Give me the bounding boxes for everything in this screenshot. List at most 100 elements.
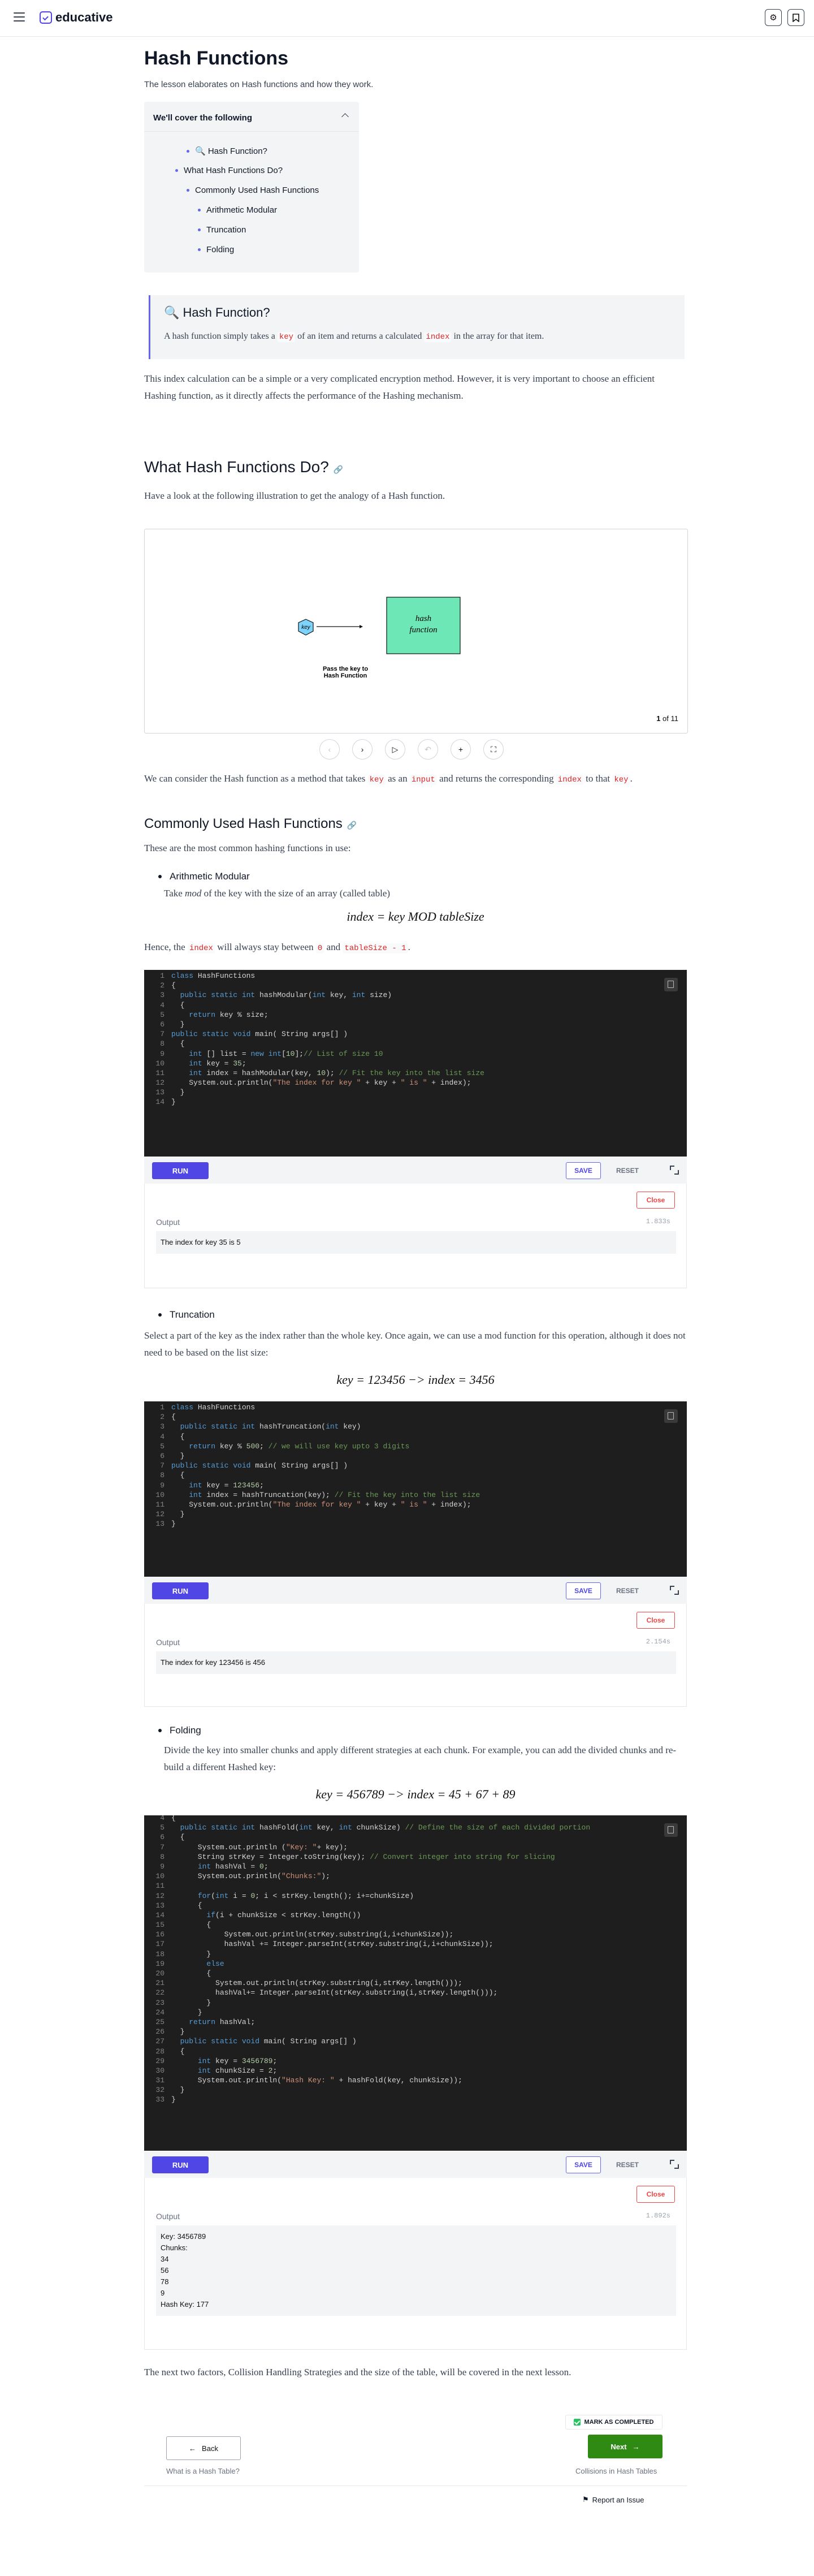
link-anchor-icon[interactable]: 🔗 <box>347 821 357 830</box>
logo[interactable]: educative <box>40 10 113 25</box>
expand-icon[interactable] <box>670 2160 679 2169</box>
report-issue-link[interactable]: ⚑ Report an Issue <box>582 2495 644 2504</box>
play-button[interactable]: ▷ <box>385 739 405 760</box>
reset-button[interactable]: RESET <box>607 1582 648 1599</box>
chevron-up-icon[interactable] <box>341 113 349 120</box>
arrow-left-icon: ← <box>189 2444 197 2453</box>
inline-code: index <box>424 332 452 342</box>
save-button[interactable]: SAVE <box>566 1582 601 1599</box>
output-label: Output <box>156 1218 180 1227</box>
bullet-dot <box>198 248 201 251</box>
copy-code-icon[interactable] <box>664 978 678 991</box>
copy-code-icon[interactable] <box>664 1409 678 1423</box>
toc-item-folding[interactable]: Folding <box>198 245 234 254</box>
bookmark-button[interactable] <box>787 9 804 26</box>
output-panel: Close Output 1.892s Key: 3456789 Chunks:… <box>144 2178 687 2350</box>
toc-item-commonly-used[interactable]: Commonly Used Hash Functions <box>187 185 319 195</box>
save-button[interactable]: SAVE <box>566 2156 601 2173</box>
code-editor[interactable]: 4{ 5 public static int hashFold(int key,… <box>144 1815 687 2151</box>
slide-counter: 1 of 11 <box>656 714 678 723</box>
slide-canvas: key hash function Pass the key to Hash F… <box>298 597 461 679</box>
reset-button[interactable]: RESET <box>607 2156 648 2173</box>
lesson-subtitle: The lesson elaborates on Hash functions … <box>144 80 374 89</box>
next-button[interactable]: Next → <box>588 2435 663 2458</box>
toc-item-label: Arithmetic Modular <box>206 205 278 215</box>
bullet-label: Arithmetic Modular <box>170 871 250 882</box>
run-button[interactable]: RUN <box>152 1162 209 1179</box>
toc-item-label: Truncation <box>206 225 246 235</box>
code-editor[interactable]: 1 class HashFunctions 2{ 3 public static … <box>144 970 687 1157</box>
copy-code-icon[interactable] <box>664 1823 678 1837</box>
callout-title: 🔍 Hash Function? <box>164 305 270 320</box>
undo-icon: ↶ <box>425 744 431 754</box>
toc-item-label: Commonly Used Hash Functions <box>195 185 319 195</box>
mark-as-completed-button[interactable]: MARK AS COMPLETED <box>565 2415 663 2430</box>
link-anchor-icon[interactable]: 🔗 <box>334 465 343 474</box>
close-output-button[interactable]: Close <box>637 1612 675 1629</box>
inline-code: tableSize - 1 <box>343 943 408 953</box>
settings-button[interactable]: ⚙ <box>765 9 782 26</box>
paragraph-index-calculation: This index calculation can be a simple o… <box>144 373 655 401</box>
fullscreen-button[interactable]: ⛶ <box>483 739 504 760</box>
bullet-label: Truncation <box>170 1309 215 1320</box>
prev-lesson-title[interactable]: What is a Hash Table? <box>166 2467 240 2475</box>
inline-code: 0 <box>315 943 324 953</box>
paragraph-hash-method: We can consider the Hash function as a m… <box>144 773 633 785</box>
close-output-button[interactable]: Close <box>637 1192 675 1209</box>
inline-code: key <box>277 332 296 342</box>
plus-icon: + <box>458 745 464 754</box>
code-widget-folding: 4{ 5 public static int hashFold(int key,… <box>144 1815 687 2350</box>
closing-paragraph: The next two factors, Collision Handling… <box>144 2367 571 2377</box>
arithmetic-description: Take mod of the key with the size of an … <box>164 888 391 899</box>
arrow-head <box>360 625 363 628</box>
bookmark-icon <box>793 13 799 22</box>
chevron-right-icon: › <box>361 745 364 754</box>
next-lesson-title[interactable]: Collisions in Hash Tables <box>575 2467 657 2475</box>
output-text: Key: 3456789 Chunks: 34 56 78 9 Hash Key… <box>156 2225 676 2316</box>
reset-button[interactable]: RESET <box>607 1162 648 1179</box>
toc-item-arithmetic-modular[interactable]: Arithmetic Modular <box>198 205 277 215</box>
back-button[interactable]: ← Back <box>166 2436 241 2460</box>
close-output-button[interactable]: Close <box>637 2186 675 2203</box>
code-editor[interactable]: 1 class HashFunctions 2{ 3 public static … <box>144 1401 687 1577</box>
section-heading-commonly-used: Commonly Used Hash Functions 🔗 <box>144 816 357 831</box>
expand-icon[interactable] <box>670 1586 679 1595</box>
bullet-arithmetic-modular: Arithmetic Modular <box>158 871 250 882</box>
bullet-dot <box>175 169 178 172</box>
output-text: The index for key 35 is 5 <box>156 1231 676 1254</box>
hamburger-menu-icon[interactable] <box>14 12 25 21</box>
save-button[interactable]: SAVE <box>566 1162 601 1179</box>
run-button[interactable]: RUN <box>152 2156 209 2173</box>
formula-truncation: key = 123456 −> index = 3456 <box>336 1373 495 1387</box>
execution-time: 2.154s <box>646 1638 670 1646</box>
fullscreen-icon: ⛶ <box>491 744 496 754</box>
run-button[interactable]: RUN <box>152 1582 209 1599</box>
expand-icon[interactable] <box>670 1166 679 1175</box>
toc-heading: We'll cover the following <box>153 113 252 123</box>
section-intro: Have a look at the following illustratio… <box>144 490 445 501</box>
add-button[interactable]: + <box>451 739 471 760</box>
section-intro: These are the most common hashing functi… <box>144 843 351 853</box>
undo-button[interactable]: ↶ <box>418 739 438 760</box>
prev-slide-button[interactable]: ‹ <box>319 739 340 760</box>
output-panel: Close Output 2.154s The index for key 12… <box>144 1604 687 1707</box>
chevron-left-icon: ‹ <box>328 745 331 754</box>
folding-description: Divide the key into smaller chunks and a… <box>164 1745 677 1772</box>
toc-item-hash-function[interactable]: 🔍 Hash Function? <box>187 146 267 156</box>
toc-item-what-hash-functions-do[interactable]: What Hash Functions Do? <box>175 166 283 175</box>
educative-logo-icon <box>40 11 52 24</box>
next-slide-button[interactable]: › <box>352 739 373 760</box>
truncation-description: Select a part of the key as the index ra… <box>144 1330 686 1358</box>
output-text: The index for key 123456 is 456 <box>156 1651 676 1674</box>
toc-item-truncation[interactable]: Truncation <box>198 225 246 235</box>
bullet-dot <box>187 149 189 153</box>
bullet-dot <box>198 209 201 212</box>
page-title: Hash Functions <box>144 48 289 69</box>
toc-item-label: What Hash Functions Do? <box>184 166 283 175</box>
code-toolbar: RUN SAVE RESET <box>144 1577 687 1604</box>
toc-item-label: 🔍 Hash Function? <box>195 146 267 156</box>
code-widget-arithmetic: 1 class HashFunctions 2{ 3 public static … <box>144 970 687 1288</box>
arrow-right-icon: → <box>632 2442 640 2451</box>
output-label: Output <box>156 1638 180 1647</box>
bullet-label: Folding <box>170 1725 201 1736</box>
